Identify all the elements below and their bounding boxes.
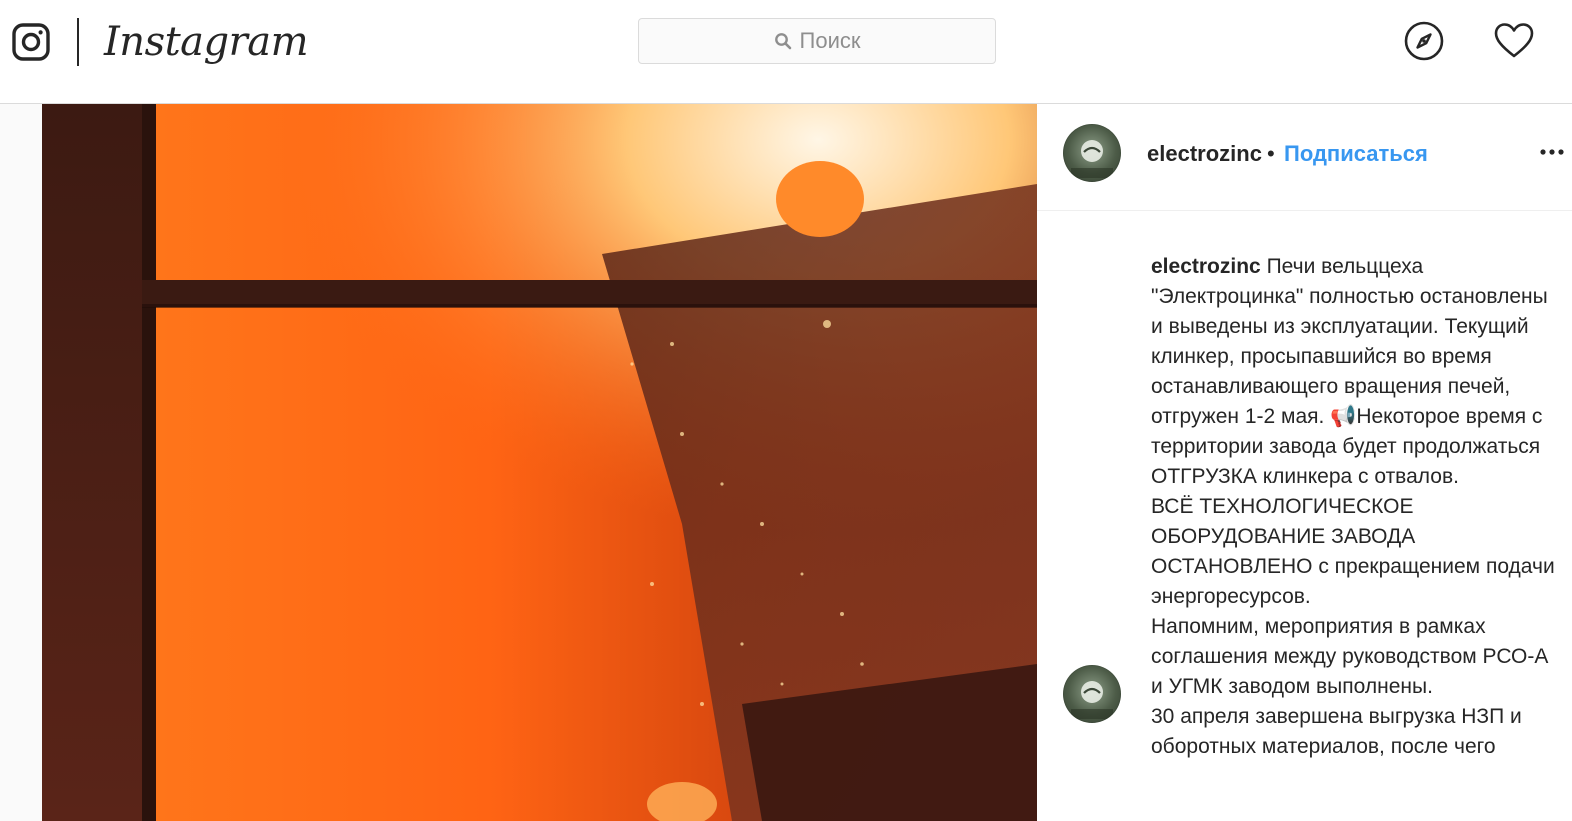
furnace-sparks-image <box>42 104 1037 821</box>
top-nav-bar: Instagram Поиск <box>0 0 1572 104</box>
follow-button[interactable]: Подписаться <box>1284 140 1428 168</box>
post-caption: electrozinc Печи вельццеха "Электроцинка… <box>1151 252 1555 762</box>
avatar-logo-icon <box>1071 681 1113 719</box>
instagram-wordmark[interactable]: Instagram <box>104 14 309 70</box>
avatar[interactable] <box>1063 124 1121 182</box>
caption-text: Печи вельццеха "Электроцинка" полностью … <box>1151 255 1555 758</box>
separator-dot: • <box>1267 141 1275 166</box>
search-placeholder: Поиск <box>799 28 861 53</box>
caption-avatar[interactable] <box>1063 665 1121 723</box>
instagram-glyph-icon[interactable] <box>12 23 50 61</box>
avatar-logo-icon <box>1071 140 1113 178</box>
post-username[interactable]: electrozinc <box>1147 140 1262 168</box>
logo-divider <box>77 18 79 66</box>
more-options-icon[interactable] <box>1537 138 1567 166</box>
caption-username[interactable]: electrozinc <box>1151 255 1261 278</box>
post-photo[interactable] <box>42 104 1037 821</box>
heart-icon[interactable] <box>1493 20 1535 62</box>
search-icon <box>774 33 791 50</box>
compass-icon[interactable] <box>1403 20 1445 62</box>
post-header: electrozinc • Подписаться <box>1037 104 1572 211</box>
post-side-panel: electrozinc • Подписаться electrozinc Пе… <box>1037 104 1572 821</box>
search-input[interactable]: Поиск <box>638 18 996 64</box>
